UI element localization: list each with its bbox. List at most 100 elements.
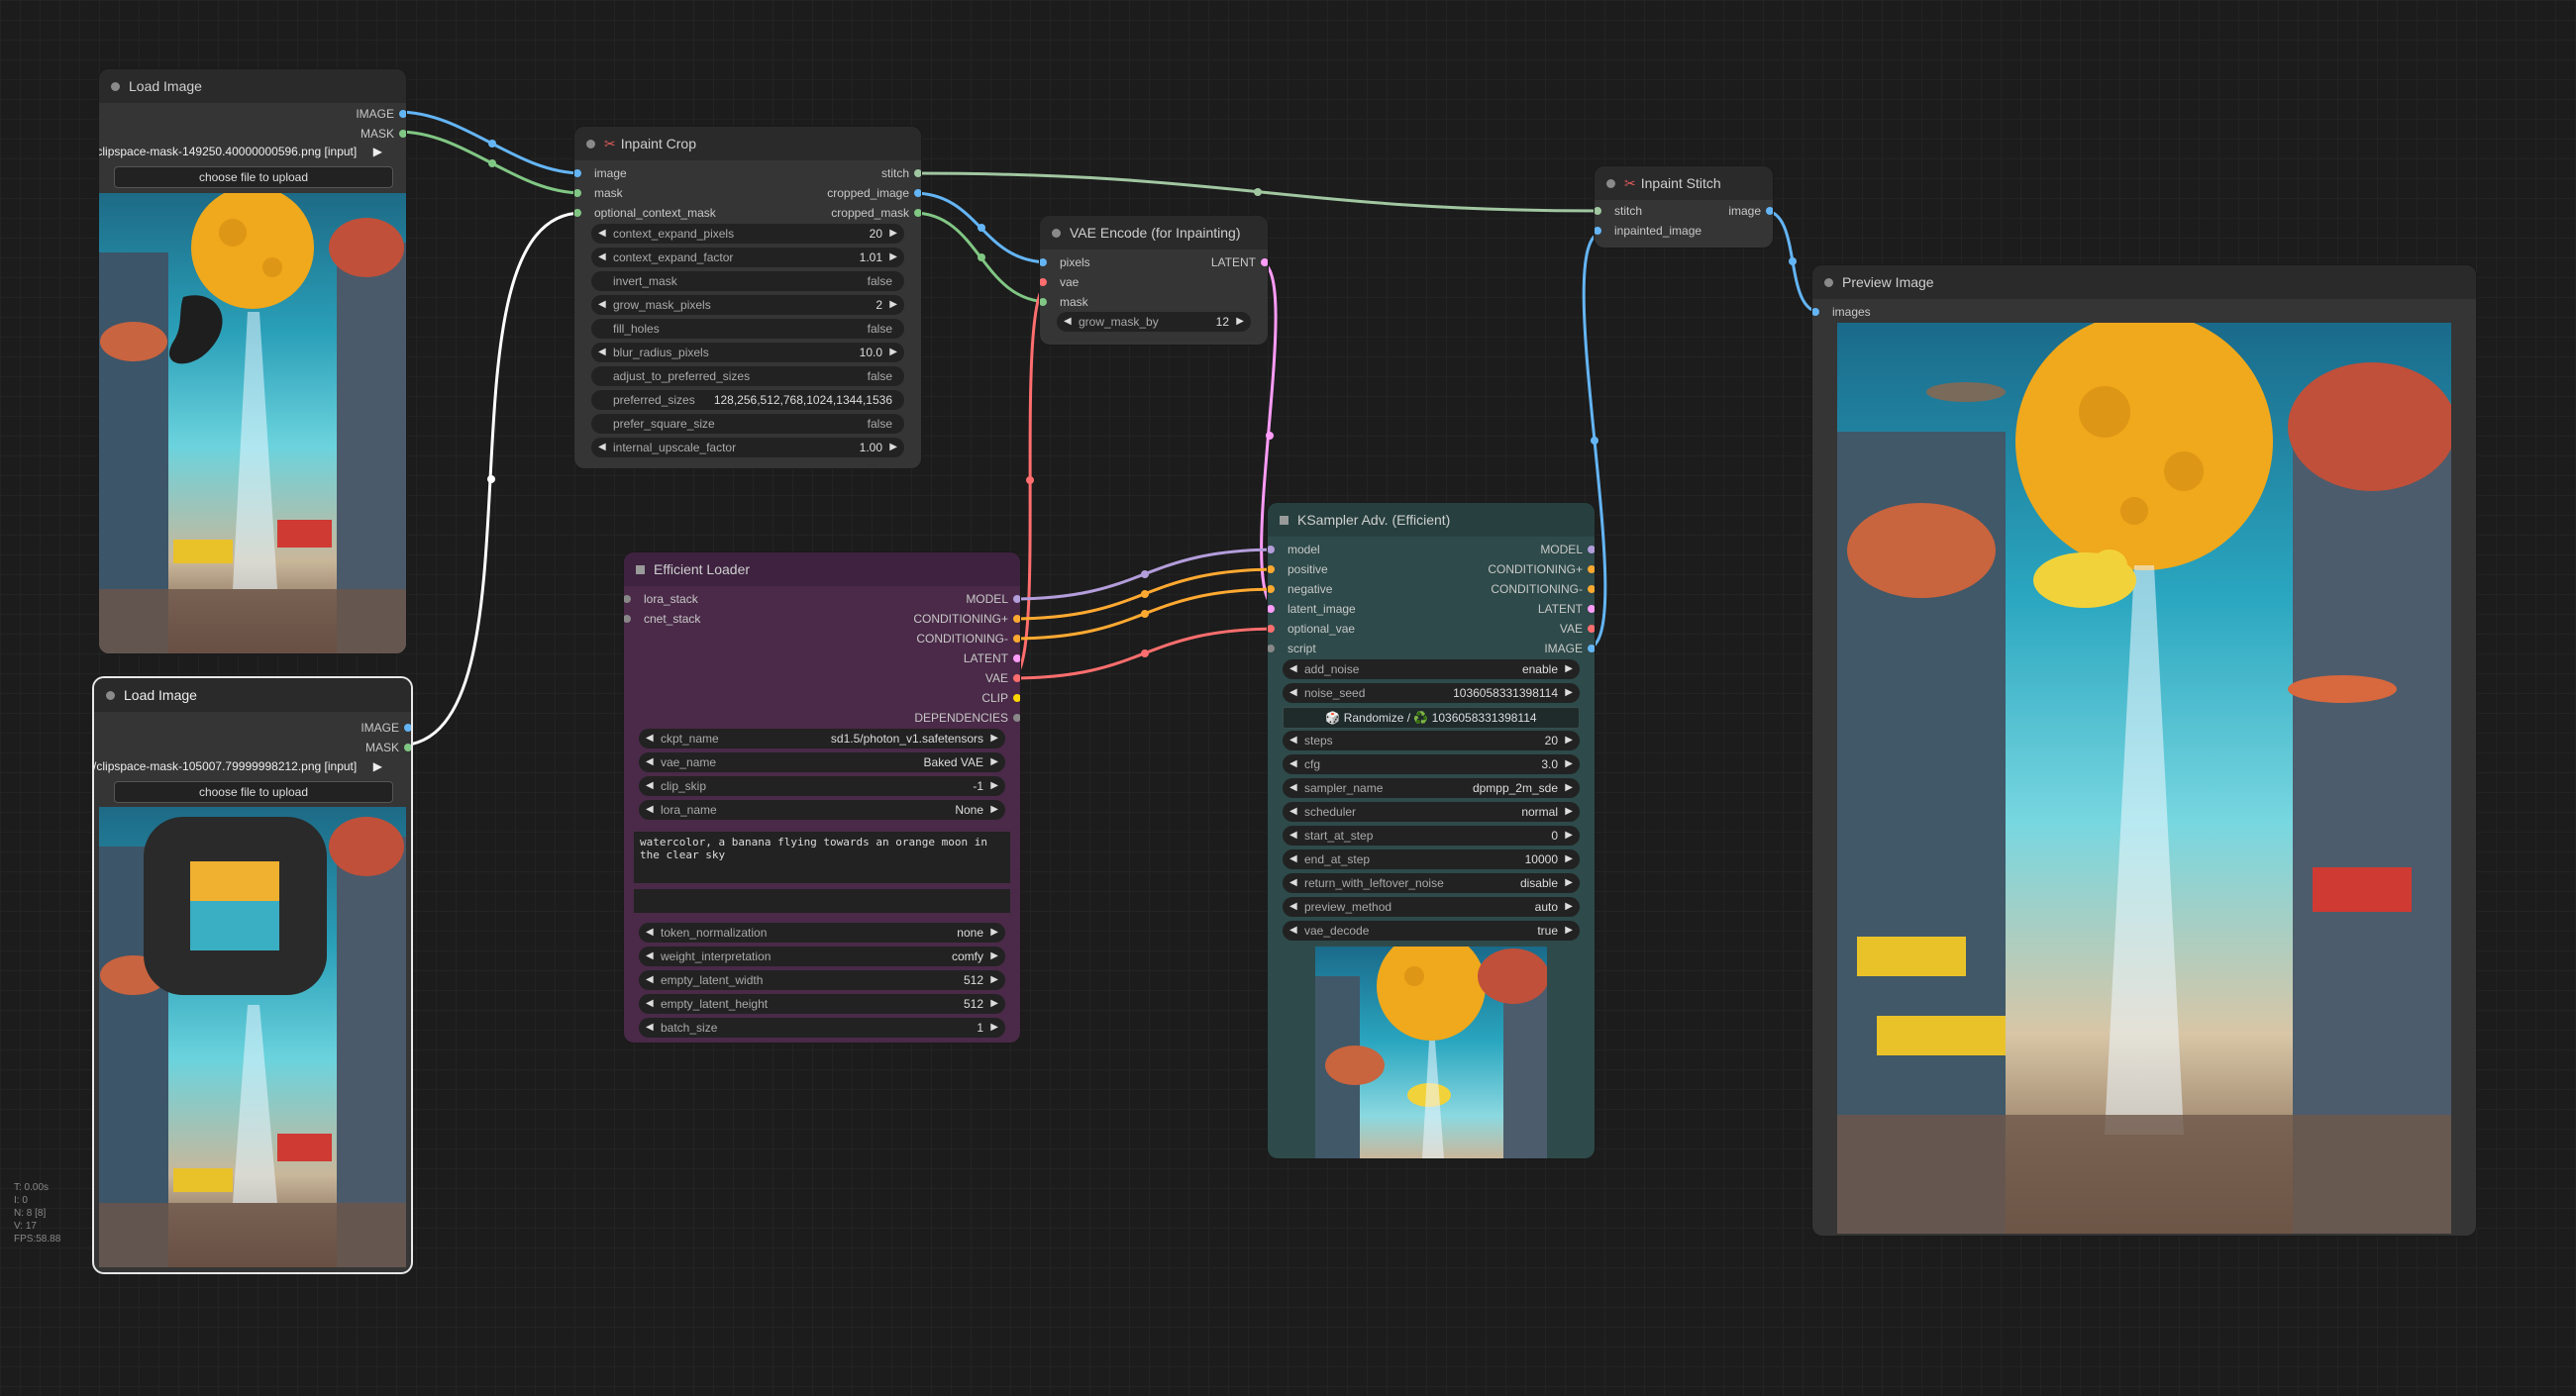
output-pin[interactable]	[1013, 654, 1020, 662]
output-image-pin[interactable]	[399, 110, 406, 118]
widget-add-noise[interactable]: ◀ add_noise enable ▶	[1283, 659, 1580, 679]
decrement-arrow-icon[interactable]: ◀	[646, 970, 654, 990]
increment-arrow-icon[interactable]: ▶	[889, 224, 897, 244]
output-latent[interactable]: LATENT	[964, 648, 1020, 668]
input-lora-stack[interactable]: lora_stack	[624, 589, 698, 609]
efficient-loader-node[interactable]: Efficient Loader lora_stack cnet_stack M…	[624, 552, 1020, 1043]
output-conditioning-neg[interactable]: CONDITIONING-	[916, 629, 1020, 648]
increment-arrow-icon[interactable]: ▶	[990, 970, 998, 990]
node-title[interactable]: ✂ Inpaint Crop	[574, 127, 921, 160]
collapse-dot-icon[interactable]	[111, 82, 120, 91]
node-title[interactable]: KSampler Adv. (Efficient)	[1268, 503, 1595, 537]
widget-weight-interpretation[interactable]: ◀ weight_interpretation comfy ▶	[639, 947, 1005, 966]
increment-arrow-icon[interactable]: ▶	[1565, 921, 1573, 941]
decrement-arrow-icon[interactable]: ◀	[646, 752, 654, 772]
ksampler-node[interactable]: KSampler Adv. (Efficient) model positive…	[1268, 503, 1595, 1158]
decrement-arrow-icon[interactable]: ◀	[646, 1018, 654, 1038]
output-model[interactable]: MODEL	[1540, 540, 1595, 559]
widget-internal-upscale-factor[interactable]: ◀ internal_upscale_factor 1.00 ▶	[591, 438, 904, 457]
output-vae[interactable]: VAE	[985, 668, 1020, 688]
input-pin[interactable]	[1595, 207, 1601, 215]
increment-arrow-icon[interactable]: ▶	[889, 438, 897, 457]
output-cropped-mask[interactable]: cropped_mask	[831, 203, 921, 223]
input-pin[interactable]	[1268, 625, 1275, 633]
widget-adjust-to-preferred-sizes[interactable]: adjust_to_preferred_sizes false	[591, 366, 904, 386]
increment-arrow-icon[interactable]: ▶	[1565, 659, 1573, 679]
output-cropped-image[interactable]: cropped_image	[827, 183, 921, 203]
input-optional-context-mask[interactable]: optional_context_mask	[574, 203, 716, 223]
decrement-arrow-icon[interactable]: ◀	[1289, 683, 1297, 703]
input-latent-image[interactable]: latent_image	[1268, 599, 1356, 619]
increment-arrow-icon[interactable]: ▶	[990, 947, 998, 966]
input-inpainted-image[interactable]: inpainted_image	[1595, 221, 1701, 241]
output-image[interactable]: IMAGE	[356, 104, 406, 124]
output-pin[interactable]	[1013, 694, 1020, 702]
widget-context-expand-pixels[interactable]: ◀ context_expand_pixels 20 ▶	[591, 224, 904, 244]
decrement-arrow-icon[interactable]: ◀	[1289, 778, 1297, 798]
output-pin[interactable]	[1013, 595, 1020, 603]
widget-lora-name[interactable]: ◀ lora_name None ▶	[639, 800, 1005, 820]
increment-arrow-icon[interactable]: ▶	[990, 1018, 998, 1038]
image-file-combo[interactable]: clipspace/clipspace-mask-149250.40000000…	[99, 145, 390, 158]
widget-empty-latent-height[interactable]: ◀ empty_latent_height 512 ▶	[639, 994, 1005, 1014]
widget-end-at-step[interactable]: ◀ end_at_step 10000 ▶	[1283, 849, 1580, 869]
widget-preferred-sizes[interactable]: preferred_sizes 128,256,512,768,1024,1344…	[591, 390, 904, 410]
increment-arrow-icon[interactable]: ▶	[1565, 754, 1573, 774]
output-pin[interactable]	[1588, 585, 1595, 593]
widget-sampler-name[interactable]: ◀ sampler_name dpmpp_2m_sde ▶	[1283, 778, 1580, 798]
input-pin[interactable]	[1595, 227, 1601, 235]
output-mask[interactable]: MASK	[365, 738, 411, 757]
increment-arrow-icon[interactable]: ▶	[990, 752, 998, 772]
widget-fill-holes[interactable]: fill_holes false	[591, 319, 904, 339]
decrement-arrow-icon[interactable]: ◀	[598, 224, 606, 244]
increment-arrow-icon[interactable]: ▶	[990, 800, 998, 820]
collapse-dot-icon[interactable]	[1824, 278, 1833, 287]
output-pin[interactable]	[1013, 714, 1020, 722]
widget-batch-size[interactable]: ◀ batch_size 1 ▶	[639, 1018, 1005, 1038]
input-pin[interactable]	[1268, 565, 1275, 573]
node-title[interactable]: ✂ Inpaint Stitch	[1595, 166, 1773, 200]
collapse-square-icon[interactable]	[636, 565, 645, 574]
output-mask[interactable]: MASK	[361, 124, 406, 144]
input-pin[interactable]	[624, 595, 631, 603]
increment-arrow-icon[interactable]: ▶	[1565, 873, 1573, 893]
inpaint-crop-node[interactable]: ✂ Inpaint Crop image mask optional_contex…	[574, 127, 921, 468]
output-pin[interactable]	[1013, 615, 1020, 623]
input-pixels[interactable]: pixels	[1040, 252, 1090, 272]
collapse-dot-icon[interactable]	[586, 140, 595, 149]
increment-arrow-icon[interactable]: ▶	[889, 343, 897, 362]
input-vae[interactable]: vae	[1040, 272, 1079, 292]
widget-token-normalization[interactable]: ◀ token_normalization none ▶	[639, 923, 1005, 943]
node-title[interactable]: Preview Image	[1812, 265, 2476, 299]
decrement-arrow-icon[interactable]: ◀	[646, 923, 654, 943]
input-script[interactable]: script	[1268, 639, 1316, 658]
output-pin[interactable]	[914, 209, 921, 217]
widget-preview-method[interactable]: ◀ preview_method auto ▶	[1283, 897, 1580, 917]
node-title[interactable]: Load Image	[99, 69, 406, 103]
decrement-arrow-icon[interactable]: ◀	[1289, 826, 1297, 846]
node-title[interactable]: Load Image	[94, 678, 411, 712]
load-image-node-1[interactable]: Load Image IMAGE MASK clipspace/clipspac…	[99, 69, 406, 653]
input-pin[interactable]	[1040, 298, 1047, 306]
preview-image-node[interactable]: Preview Image images	[1812, 265, 2476, 1236]
output-conditioning-pos[interactable]: CONDITIONING+	[913, 609, 1020, 629]
output-latent[interactable]: LATENT	[1211, 252, 1268, 272]
input-pin[interactable]	[1040, 258, 1047, 266]
decrement-arrow-icon[interactable]: ◀	[1289, 921, 1297, 941]
decrement-arrow-icon[interactable]: ◀	[1289, 897, 1297, 917]
widget-cfg[interactable]: ◀ cfg 3.0 ▶	[1283, 754, 1580, 774]
input-image[interactable]: image	[574, 163, 627, 183]
input-negative[interactable]: negative	[1268, 579, 1332, 599]
upload-button[interactable]: choose file to upload	[114, 781, 393, 803]
upload-button[interactable]: choose file to upload	[114, 166, 393, 188]
image-file-combo[interactable]: clipspace/clipspace-mask-105007.79999998…	[94, 759, 390, 773]
decrement-arrow-icon[interactable]: ◀	[598, 343, 606, 362]
output-pin[interactable]	[1588, 625, 1595, 633]
decrement-arrow-icon[interactable]: ◀	[598, 248, 606, 267]
decrement-arrow-icon[interactable]: ◀	[598, 295, 606, 315]
load-image-node-2[interactable]: Load Image IMAGE MASK clipspace/clipspac…	[94, 678, 411, 1272]
output-image[interactable]: IMAGE	[361, 718, 411, 738]
decrement-arrow-icon[interactable]: ◀	[646, 947, 654, 966]
widget-invert-mask[interactable]: invert_mask false	[591, 271, 904, 291]
output-mask-pin[interactable]	[399, 130, 406, 138]
